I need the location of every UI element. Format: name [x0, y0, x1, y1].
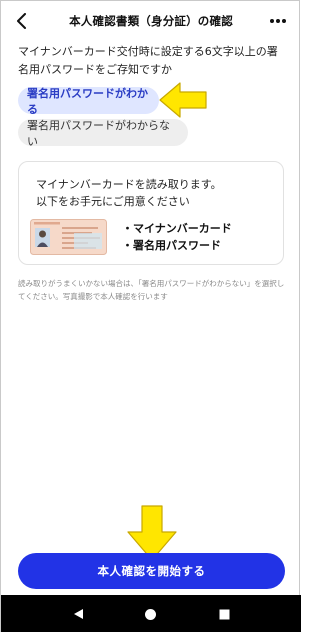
card-line-2: 以下をお手元にご用意ください: [36, 195, 190, 208]
more-menu-button[interactable]: [267, 10, 289, 32]
page-title: 本人確認書類（身分証）の確認: [69, 14, 233, 28]
card-item-my-number-card: ・マイナンバーカード: [122, 222, 232, 235]
option-dont-know-password[interactable]: 署名用パスワードがわからない: [18, 118, 188, 148]
option-label: 署名用パスワードがわからない: [27, 118, 170, 148]
square-recents-icon: [219, 609, 230, 619]
card-line-1: マイナンバーカードを読み取ります。: [36, 178, 222, 191]
nav-back-button[interactable]: [68, 604, 88, 624]
card-instructions: マイナンバーカードを読み取ります。 以下をお手元にご用意ください: [36, 176, 276, 210]
nav-recents-button[interactable]: [214, 604, 234, 624]
card-item-signature-password: ・署名用パスワード: [122, 239, 221, 252]
card-required-items: ・マイナンバーカード ・署名用パスワード: [122, 220, 232, 254]
annotation-arrow-left-icon: [159, 82, 207, 118]
nav-home-button[interactable]: [141, 604, 161, 624]
password-question: マイナンバーカード交付時に設定する6文字以上の署名用パスワードをご存知ですか: [18, 45, 278, 76]
chevron-left-icon: [17, 13, 26, 29]
start-verification-button[interactable]: 本人確認を開始する: [18, 553, 285, 589]
help-note: 読み取りがうまくいかない場合は、「署名用パスワードがわからない」を選択してくださ…: [18, 279, 285, 301]
circle-home-icon: [145, 608, 157, 620]
option-label: 署名用パスワードがわかる: [27, 86, 148, 116]
back-button[interactable]: [11, 10, 33, 32]
app-screen: 本人確認書類（身分証）の確認 マイナンバーカード交付時に設定する6文字以上の署名…: [0, 0, 301, 632]
info-card: マイナンバーカードを読み取ります。 以下をお手元にご用意ください ・マイナンバー…: [18, 161, 284, 265]
app-header: 本人確認書類（身分証）の確認: [1, 1, 301, 41]
start-button-label: 本人確認を開始する: [97, 564, 206, 578]
triangle-back-icon: [73, 609, 83, 619]
more-horizontal-icon: [270, 19, 286, 23]
my-number-card-illustration-icon: [30, 219, 107, 255]
system-navigation-bar: [1, 595, 301, 632]
option-know-password[interactable]: 署名用パスワードがわかる: [18, 86, 159, 116]
